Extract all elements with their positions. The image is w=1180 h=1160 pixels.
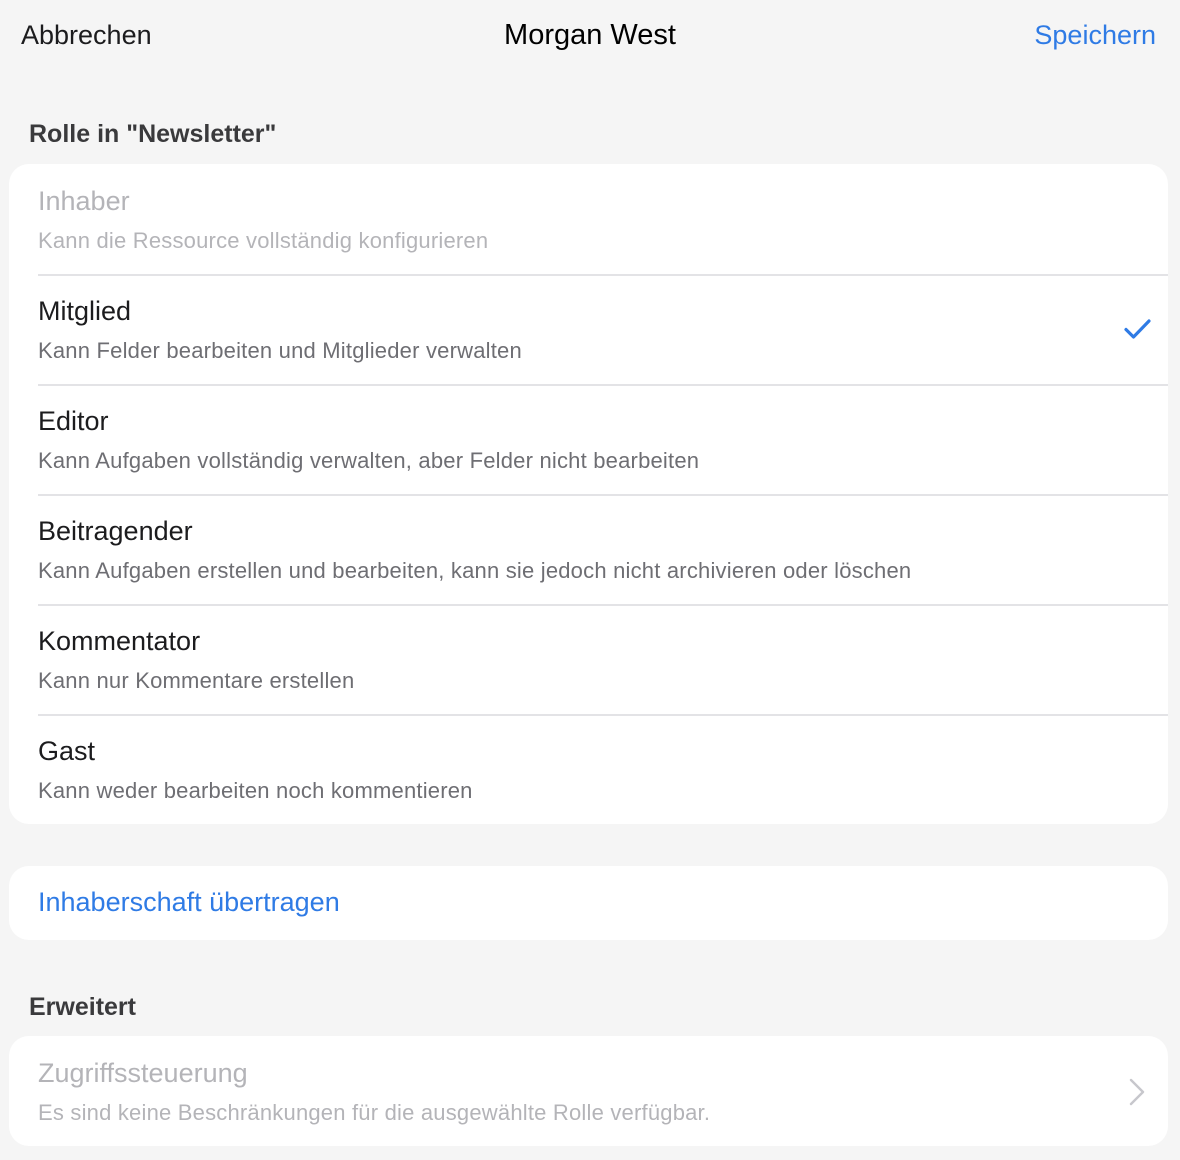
role-option-beitragender[interactable]: Beitragender Kann Aufgaben erstellen und… bbox=[9, 494, 1168, 604]
access-control-title: Zugriffssteuerung bbox=[38, 1058, 248, 1088]
access-control-description: Es sind keine Beschränkungen für die aus… bbox=[38, 1100, 711, 1125]
checkmark-icon bbox=[1124, 319, 1151, 339]
role-description: Kann Felder bearbeiten und Mitglieder ve… bbox=[38, 338, 522, 363]
role-description: Kann Aufgaben erstellen und bearbeiten, … bbox=[38, 558, 912, 583]
advanced-card: Zugriffssteuerung Es sind keine Beschrän… bbox=[9, 1036, 1168, 1146]
role-option-editor[interactable]: Editor Kann Aufgaben vollständig verwalt… bbox=[9, 384, 1168, 494]
access-control-row: Zugriffssteuerung Es sind keine Beschrän… bbox=[9, 1036, 1168, 1146]
role-name: Kommentator bbox=[38, 626, 201, 656]
advanced-section-header: Erweitert bbox=[29, 993, 136, 1021]
role-option-mitglied[interactable]: Mitglied Kann Felder bearbeiten und Mitg… bbox=[9, 274, 1168, 384]
transfer-card: Inhaberschaft übertragen bbox=[9, 866, 1168, 940]
role-option-inhaber: Inhaber Kann die Ressource vollständig k… bbox=[9, 164, 1168, 274]
transfer-ownership-label: Inhaberschaft übertragen bbox=[38, 887, 340, 917]
role-name: Inhaber bbox=[38, 186, 130, 216]
save-button[interactable]: Speichern bbox=[1034, 20, 1156, 51]
chevron-right-icon bbox=[1129, 1078, 1145, 1106]
role-description: Kann weder bearbeiten noch kommentieren bbox=[38, 778, 473, 803]
cancel-button[interactable]: Abbrechen bbox=[21, 20, 152, 51]
navigation-bar: Abbrechen Morgan West Speichern bbox=[0, 0, 1180, 74]
role-option-gast[interactable]: Gast Kann weder bearbeiten noch kommenti… bbox=[9, 714, 1168, 824]
role-description: Kann nur Kommentare erstellen bbox=[38, 668, 355, 693]
role-option-kommentator[interactable]: Kommentator Kann nur Kommentare erstelle… bbox=[9, 604, 1168, 714]
role-name: Gast bbox=[38, 736, 96, 766]
page-title: Morgan West bbox=[504, 19, 676, 51]
role-list: Inhaber Kann die Ressource vollständig k… bbox=[9, 164, 1168, 824]
transfer-ownership-button[interactable]: Inhaberschaft übertragen bbox=[9, 866, 1168, 940]
role-name: Beitragender bbox=[38, 516, 193, 546]
role-name: Mitglied bbox=[38, 296, 132, 326]
role-description: Kann die Ressource vollständig konfiguri… bbox=[38, 228, 489, 253]
role-description: Kann Aufgaben vollständig verwalten, abe… bbox=[38, 448, 700, 473]
role-name: Editor bbox=[38, 406, 109, 436]
role-section-header: Rolle in "Newsletter" bbox=[29, 120, 277, 148]
